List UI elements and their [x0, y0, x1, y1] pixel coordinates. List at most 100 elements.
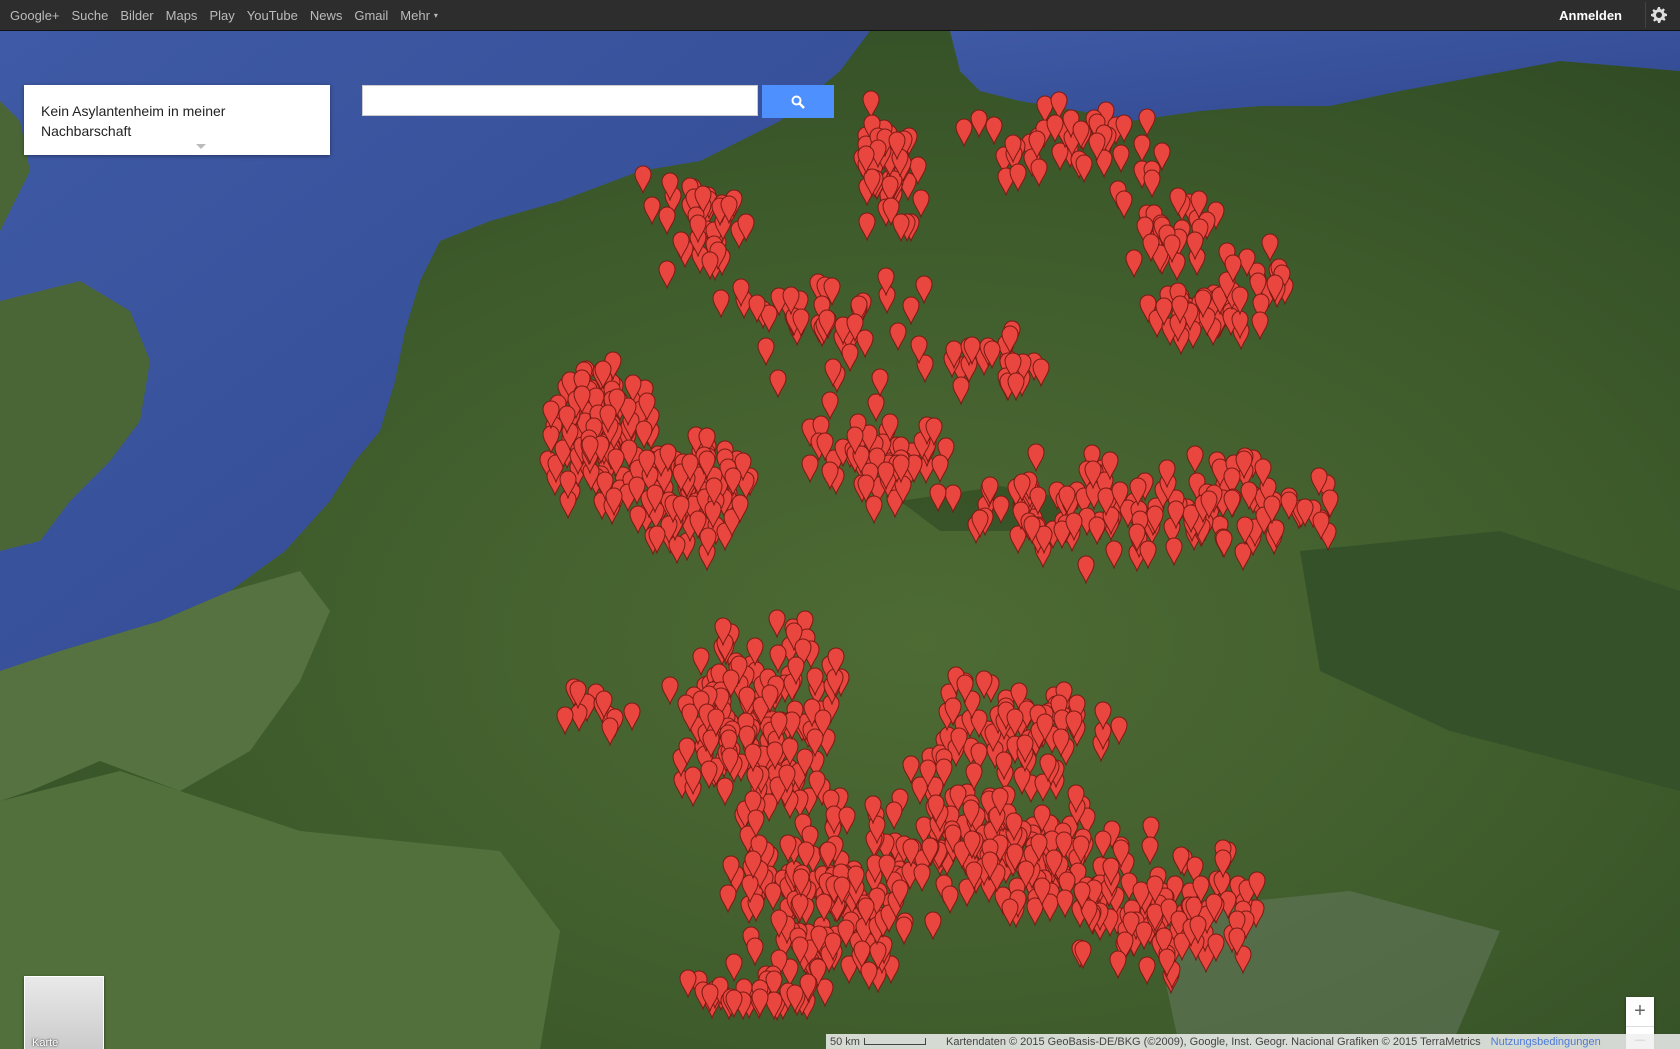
map-marker[interactable] [1146, 875, 1164, 905]
map-marker[interactable] [558, 405, 576, 435]
map-marker[interactable] [700, 760, 718, 789]
map-marker[interactable] [1072, 835, 1090, 864]
map-marker[interactable] [679, 969, 697, 998]
map-marker[interactable] [1266, 274, 1284, 304]
map-marker[interactable] [1065, 512, 1083, 541]
map-marker[interactable] [720, 195, 738, 225]
map-marker[interactable] [956, 674, 974, 703]
map-marker[interactable] [751, 988, 769, 1017]
map-marker[interactable] [1296, 498, 1314, 527]
map-marker[interactable] [757, 337, 775, 366]
map-marker[interactable] [1007, 372, 1025, 402]
map-marker[interactable] [1251, 311, 1269, 340]
map-marker[interactable] [885, 801, 903, 831]
map-type-toggle[interactable]: Karte [24, 976, 104, 1049]
map-marker[interactable] [891, 879, 909, 909]
map-marker[interactable] [781, 737, 799, 767]
map-marker[interactable] [1223, 489, 1241, 518]
map-marker[interactable] [1169, 187, 1187, 217]
map-marker[interactable] [1128, 523, 1146, 553]
map-marker[interactable] [605, 487, 623, 516]
map-marker[interactable] [1094, 830, 1112, 860]
map-marker[interactable] [1141, 836, 1159, 865]
map-marker[interactable] [701, 251, 719, 280]
map-marker[interactable] [741, 874, 759, 904]
map-marker[interactable] [1094, 701, 1112, 730]
nav-suche[interactable]: Suche [72, 8, 109, 23]
map-marker[interactable] [1231, 286, 1249, 316]
map-marker[interactable] [595, 690, 613, 719]
map-marker[interactable] [1248, 871, 1266, 900]
map-marker[interactable] [678, 737, 696, 767]
map-marker[interactable] [722, 855, 740, 885]
map-marker[interactable] [910, 335, 928, 364]
map-marker[interactable] [761, 684, 779, 714]
map-marker[interactable] [737, 213, 755, 242]
map-marker[interactable] [1088, 516, 1106, 546]
map-marker[interactable] [638, 392, 656, 421]
map-marker[interactable] [838, 806, 856, 835]
map-marker[interactable] [909, 156, 927, 186]
map-marker[interactable] [965, 861, 983, 891]
map-marker[interactable] [791, 893, 809, 923]
map-marker[interactable] [1138, 108, 1156, 138]
map-marker[interactable] [864, 795, 882, 825]
map-marker[interactable] [991, 787, 1009, 817]
nav-bilder[interactable]: Bilder [120, 8, 153, 23]
map-marker[interactable] [672, 495, 690, 524]
map-marker[interactable] [919, 759, 937, 789]
map-marker[interactable] [746, 937, 764, 966]
map-marker[interactable] [646, 484, 664, 513]
map-marker[interactable] [860, 961, 878, 991]
map-marker[interactable] [1001, 898, 1019, 928]
map-marker[interactable] [744, 850, 762, 879]
map-marker[interactable] [1165, 537, 1183, 567]
map-marker[interactable] [623, 702, 641, 731]
map-marker[interactable] [801, 454, 819, 483]
map-marker[interactable] [1027, 443, 1045, 472]
map-marker[interactable] [1033, 804, 1051, 834]
map-marker[interactable] [806, 667, 824, 697]
map-marker[interactable] [1115, 114, 1133, 144]
map-marker[interactable] [1194, 289, 1212, 318]
map-marker[interactable] [1073, 881, 1091, 910]
map-marker[interactable] [927, 794, 945, 824]
map-marker[interactable] [1088, 132, 1106, 162]
map-marker[interactable] [846, 426, 864, 455]
map-marker[interactable] [821, 391, 839, 421]
map-marker[interactable] [857, 145, 875, 175]
map-marker[interactable] [1135, 921, 1153, 950]
map-marker[interactable] [1189, 915, 1207, 944]
map-marker[interactable] [1028, 130, 1046, 160]
map-marker[interactable] [768, 609, 786, 639]
map-marker[interactable] [1158, 459, 1176, 489]
map-marker[interactable] [1032, 358, 1050, 387]
nav-gmail[interactable]: Gmail [354, 8, 388, 23]
map-marker[interactable] [824, 932, 842, 961]
map-marker[interactable] [1224, 254, 1242, 284]
map-marker[interactable] [1235, 450, 1253, 480]
map-marker[interactable] [770, 909, 788, 938]
map-marker[interactable] [1033, 877, 1051, 907]
map-marker[interactable] [1138, 956, 1156, 986]
map-marker[interactable] [1067, 784, 1085, 814]
map-marker[interactable] [629, 505, 647, 535]
map-marker[interactable] [1077, 555, 1095, 584]
chevron-down-icon[interactable] [196, 144, 206, 149]
map-marker[interactable] [701, 983, 719, 1012]
map-marker[interactable] [1101, 451, 1119, 480]
map-marker[interactable] [827, 647, 845, 677]
map-marker[interactable] [1146, 505, 1164, 534]
map-marker[interactable] [847, 865, 865, 895]
chevron-down-icon[interactable]: ▾ [434, 11, 438, 20]
map-marker[interactable] [748, 294, 766, 323]
map-marker[interactable] [815, 893, 833, 923]
map-marker[interactable] [1142, 233, 1160, 262]
map-marker[interactable] [601, 717, 619, 747]
map-marker[interactable] [684, 766, 702, 795]
map-marker[interactable] [1036, 713, 1054, 742]
map-marker[interactable] [581, 435, 599, 464]
map-marker[interactable] [714, 617, 732, 646]
map-marker[interactable] [1072, 120, 1090, 149]
map-marker[interactable] [658, 260, 676, 289]
